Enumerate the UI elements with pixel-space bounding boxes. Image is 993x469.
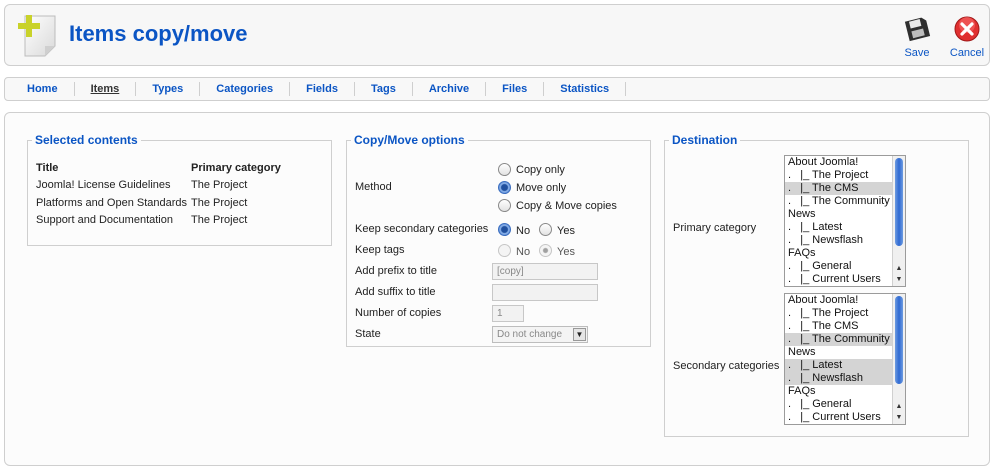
prefix-input[interactable]: [copy] bbox=[492, 263, 598, 280]
column-header-primary-category: Primary category bbox=[191, 162, 281, 174]
keep-secondary-yes-radio[interactable] bbox=[539, 223, 552, 236]
menu-item-statistics[interactable]: Statistics bbox=[544, 82, 627, 96]
keep-tags-yes-radio[interactable] bbox=[539, 244, 552, 257]
destination-legend: Destination bbox=[672, 133, 738, 147]
keep-tags-label: Keep tags bbox=[355, 244, 405, 256]
add-item-icon bbox=[18, 15, 56, 57]
copies-label: Number of copies bbox=[355, 307, 442, 319]
secondary-categories-listbox[interactable]: About Joomla!. |_ The Project. |_ The CM… bbox=[784, 293, 906, 425]
keep-tags-no-radio[interactable] bbox=[498, 244, 511, 257]
category-option[interactable]: . |_ Newsflash bbox=[785, 372, 905, 385]
category-option[interactable]: . |_ Latest bbox=[785, 359, 905, 372]
category-option[interactable]: . |_ General bbox=[785, 398, 905, 411]
primary-category-listbox[interactable]: About Joomla!. |_ The Project. |_ The CM… bbox=[784, 155, 906, 287]
copy-move-options-legend: Copy/Move options bbox=[354, 133, 465, 147]
menu-item-files[interactable]: Files bbox=[486, 82, 545, 96]
category-option[interactable]: . |_ The Community bbox=[785, 195, 905, 208]
category-option[interactable]: About Joomla! bbox=[785, 156, 905, 169]
scroll-up-icon[interactable]: ▲ bbox=[893, 401, 905, 412]
method-copy-only-label: Copy only bbox=[516, 164, 565, 176]
floppy-disk-icon bbox=[904, 17, 931, 42]
keep-secondary-label: Keep secondary categories bbox=[355, 223, 489, 235]
state-label: State bbox=[355, 328, 381, 340]
save-label: Save bbox=[904, 47, 930, 59]
category-option[interactable]: . |_ The Project bbox=[785, 169, 905, 182]
method-copy-only-radio[interactable] bbox=[498, 163, 511, 176]
scroll-down-icon[interactable]: ▼ bbox=[893, 274, 905, 285]
scrollbar[interactable]: ▲ ▼ bbox=[892, 294, 905, 424]
selected-contents-fieldset: Selected contents Title Primary category… bbox=[27, 133, 332, 246]
menu-item-categories[interactable]: Categories bbox=[200, 82, 291, 96]
menu-item-items[interactable]: Items bbox=[75, 82, 137, 96]
category-option[interactable]: About Joomla! bbox=[785, 294, 905, 307]
category-option[interactable]: . |_ Newsflash bbox=[785, 234, 905, 247]
cancel-button[interactable]: Cancel bbox=[945, 15, 989, 61]
category-option[interactable]: . |_ The Project bbox=[785, 307, 905, 320]
scroll-down-icon[interactable]: ▼ bbox=[893, 412, 905, 423]
main-content: Selected contents Title Primary category… bbox=[4, 112, 990, 466]
category-option[interactable]: FAQs bbox=[785, 247, 905, 260]
menu-item-types[interactable]: Types bbox=[136, 82, 201, 96]
category-option[interactable]: . |_ The Community bbox=[785, 333, 905, 346]
menu-item-fields[interactable]: Fields bbox=[290, 82, 355, 96]
cancel-label: Cancel bbox=[949, 47, 985, 59]
scrollbar-thumb[interactable] bbox=[895, 158, 903, 246]
category-option[interactable]: . |_ The CMS bbox=[785, 320, 905, 333]
scrollbar[interactable]: ▲ ▼ bbox=[892, 156, 905, 286]
keep-secondary-no-radio[interactable] bbox=[498, 223, 511, 236]
secondary-categories-label: Secondary categories bbox=[673, 360, 780, 372]
item-category: The Project bbox=[191, 197, 248, 209]
selected-contents-legend: Selected contents bbox=[35, 133, 138, 147]
dropdown-arrow-icon: ▼ bbox=[573, 328, 586, 341]
column-header-title: Title bbox=[36, 162, 59, 174]
menu-item-tags[interactable]: Tags bbox=[355, 82, 413, 96]
state-select[interactable]: Do not change ▼ bbox=[492, 326, 588, 343]
state-select-value: Do not change bbox=[497, 329, 563, 340]
item-category: The Project bbox=[191, 179, 248, 191]
destination-fieldset: Destination Primary category About Jooml… bbox=[664, 133, 969, 437]
category-option[interactable]: . |_ Current Users bbox=[785, 273, 905, 286]
scroll-up-icon[interactable]: ▲ bbox=[893, 263, 905, 274]
method-copy-move-label: Copy & Move copies bbox=[516, 200, 617, 212]
category-option[interactable]: . |_ Current Users bbox=[785, 411, 905, 424]
copy-move-options-fieldset: Copy/Move options Method Copy only Move … bbox=[346, 133, 651, 347]
method-label: Method bbox=[355, 181, 392, 193]
scrollbar-thumb[interactable] bbox=[895, 296, 903, 384]
category-option[interactable]: FAQs bbox=[785, 385, 905, 398]
keep-secondary-yes-label: Yes bbox=[557, 225, 575, 237]
category-option[interactable]: . |_ General bbox=[785, 260, 905, 273]
keep-tags-no-label: No bbox=[516, 246, 531, 258]
cancel-icon bbox=[954, 16, 980, 42]
copies-input[interactable]: 1 bbox=[492, 305, 524, 322]
category-option[interactable]: News bbox=[785, 346, 905, 359]
category-option[interactable]: . |_ The CMS bbox=[785, 182, 905, 195]
main-menu: Home Items Types Categories Fields Tags … bbox=[4, 77, 990, 101]
primary-category-label: Primary category bbox=[673, 222, 757, 234]
suffix-label: Add suffix to title bbox=[355, 286, 436, 298]
item-title: Platforms and Open Standards bbox=[36, 197, 188, 209]
item-title: Joomla! License Guidelines bbox=[36, 179, 171, 191]
item-category: The Project bbox=[191, 214, 248, 226]
method-move-only-radio[interactable] bbox=[498, 181, 511, 194]
method-copy-move-radio[interactable] bbox=[498, 199, 511, 212]
item-title: Support and Documentation bbox=[36, 214, 173, 226]
keep-secondary-no-label: No bbox=[516, 225, 531, 237]
menu-item-archive[interactable]: Archive bbox=[413, 82, 487, 96]
save-button[interactable]: Save bbox=[895, 15, 939, 61]
page-title: Items copy/move bbox=[69, 21, 248, 46]
category-option[interactable]: . |_ Latest bbox=[785, 221, 905, 234]
category-option[interactable]: News bbox=[785, 208, 905, 221]
keep-tags-yes-label: Yes bbox=[557, 246, 575, 258]
method-move-only-label: Move only bbox=[516, 182, 567, 194]
menu-item-home[interactable]: Home bbox=[10, 82, 75, 96]
prefix-label: Add prefix to title bbox=[355, 265, 437, 277]
suffix-input[interactable] bbox=[492, 284, 598, 301]
header-toolbar: Items copy/move Save Cancel bbox=[4, 4, 990, 66]
